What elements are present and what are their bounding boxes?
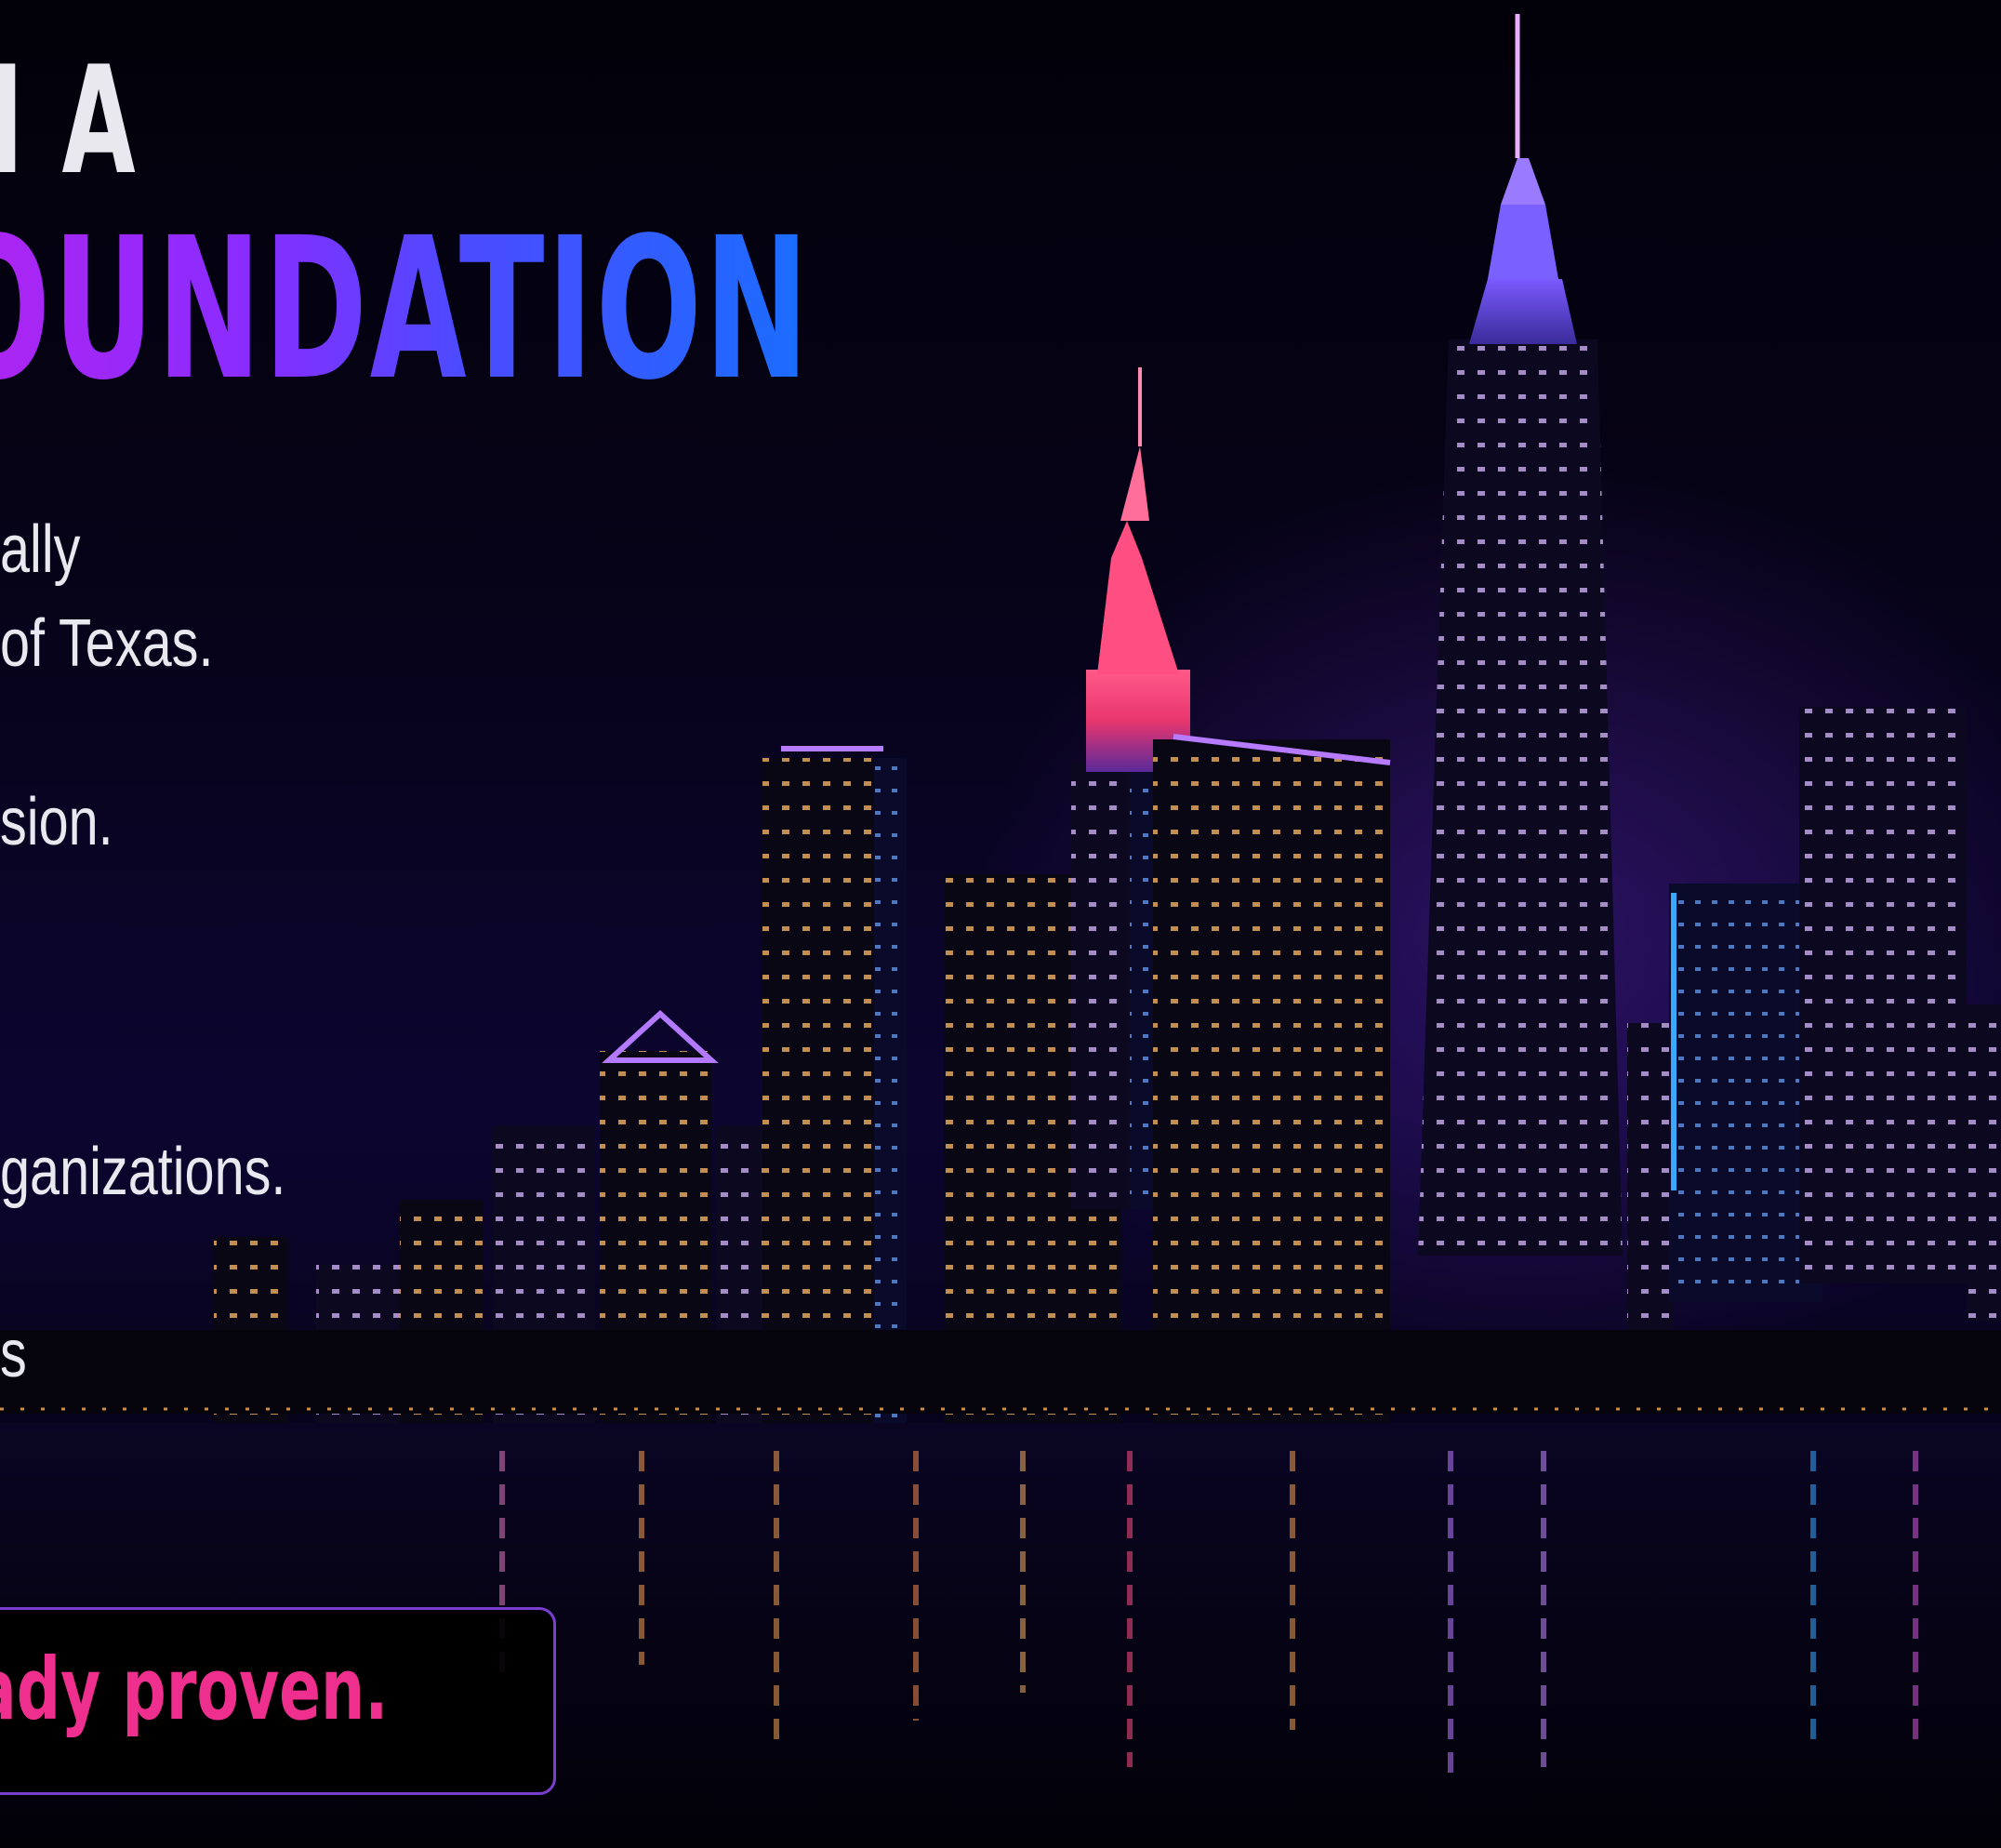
body-line-4: ganizations. [0,1135,286,1209]
callout-text: ady proven. [0,1640,389,1739]
body-line-3: sion. [0,785,113,859]
headline-line-1: N A [0,33,139,207]
body-line-2: of Texas. [0,606,214,681]
callout-box: ady proven. [0,1607,556,1795]
headline-line-2: OUNDATION [0,212,811,407]
body-line-5: s [0,1317,27,1391]
hero-slide: N A OUNDATION ally of Texas. sion. ganiz… [0,0,2001,1848]
body-line-1: ally [0,512,81,587]
